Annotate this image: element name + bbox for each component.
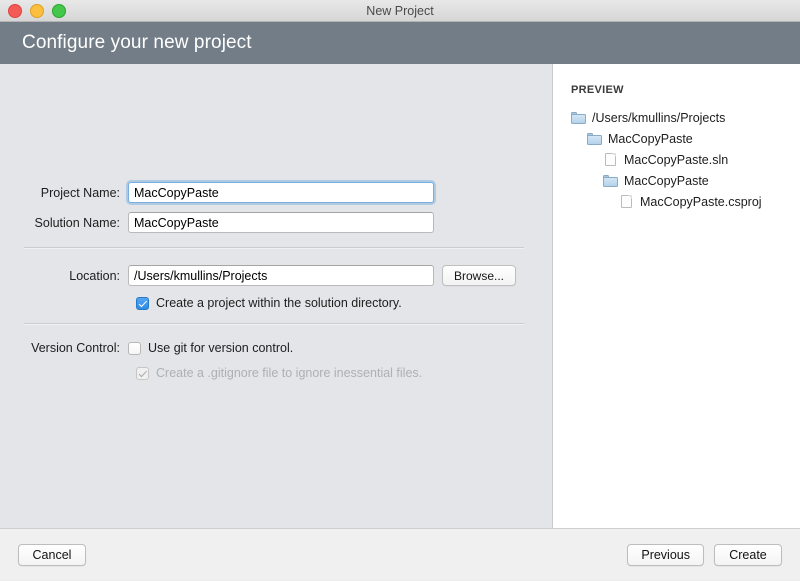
gitignore-label: Create a .gitignore file to ignore iness…	[156, 366, 422, 380]
window-title: New Project	[0, 0, 800, 22]
tree-item-label: MacCopyPaste	[624, 174, 709, 188]
solution-name-input[interactable]	[128, 212, 434, 233]
minimize-window-icon[interactable]	[30, 4, 44, 18]
dialog-footer: Cancel Previous Create	[0, 528, 800, 580]
page-title: Configure your new project	[22, 32, 252, 54]
file-icon	[603, 153, 618, 166]
gitignore-checkbox-row: Create a .gitignore file to ignore iness…	[0, 366, 552, 380]
version-control-row: Version Control: Use git for version con…	[0, 341, 552, 355]
dialog-header: Configure your new project	[0, 22, 800, 64]
use-git-label: Use git for version control.	[148, 341, 293, 355]
location-label: Location:	[0, 269, 128, 283]
browse-button[interactable]: Browse...	[442, 265, 516, 286]
project-name-input[interactable]	[128, 182, 434, 203]
tree-item-label: MacCopyPaste.csproj	[640, 195, 762, 209]
project-name-row: Project Name:	[0, 182, 552, 203]
preview-pane: PREVIEW /Users/kmullins/Projects MacCopy…	[552, 64, 800, 528]
cancel-button[interactable]: Cancel	[18, 544, 86, 566]
form-divider-1	[24, 247, 524, 249]
maximize-window-icon[interactable]	[52, 4, 66, 18]
window-titlebar: New Project	[0, 0, 800, 22]
solution-name-row: Solution Name:	[0, 212, 552, 233]
folder-icon	[587, 132, 602, 145]
new-project-dialog: New Project Configure your new project P…	[0, 0, 800, 581]
tree-item[interactable]: MacCopyPaste.csproj	[571, 191, 800, 212]
configuration-pane: Project Name: Solution Name: Location: B…	[0, 64, 552, 528]
tree-item[interactable]: MacCopyPaste	[571, 128, 800, 149]
gitignore-checkbox	[136, 367, 149, 380]
solution-directory-checkbox[interactable]	[136, 297, 149, 310]
solution-directory-label: Create a project within the solution dir…	[156, 296, 402, 310]
file-icon	[619, 195, 634, 208]
solution-name-label: Solution Name:	[0, 216, 128, 230]
folder-icon	[603, 174, 618, 187]
solution-directory-checkbox-row[interactable]: Create a project within the solution dir…	[0, 296, 552, 310]
folder-icon	[571, 111, 586, 124]
traffic-light-group	[8, 0, 66, 22]
preview-heading: PREVIEW	[571, 84, 800, 96]
project-name-label: Project Name:	[0, 186, 128, 200]
tree-item[interactable]: MacCopyPaste.sln	[571, 149, 800, 170]
version-control-label: Version Control:	[0, 341, 128, 355]
dialog-body: Project Name: Solution Name: Location: B…	[0, 64, 800, 528]
close-window-icon[interactable]	[8, 4, 22, 18]
location-row: Location: Browse...	[0, 265, 552, 286]
previous-button[interactable]: Previous	[627, 544, 704, 566]
tree-item-label: /Users/kmullins/Projects	[592, 111, 725, 125]
tree-item[interactable]: /Users/kmullins/Projects	[571, 107, 800, 128]
tree-item-label: MacCopyPaste.sln	[624, 153, 728, 167]
project-form: Project Name: Solution Name: Location: B…	[0, 182, 552, 380]
form-divider-2	[24, 323, 524, 325]
footer-action-group: Previous Create	[627, 544, 782, 566]
create-button[interactable]: Create	[714, 544, 782, 566]
tree-item-label: MacCopyPaste	[608, 132, 693, 146]
tree-item[interactable]: MacCopyPaste	[571, 170, 800, 191]
location-input[interactable]	[128, 265, 434, 286]
use-git-checkbox[interactable]	[128, 342, 141, 355]
